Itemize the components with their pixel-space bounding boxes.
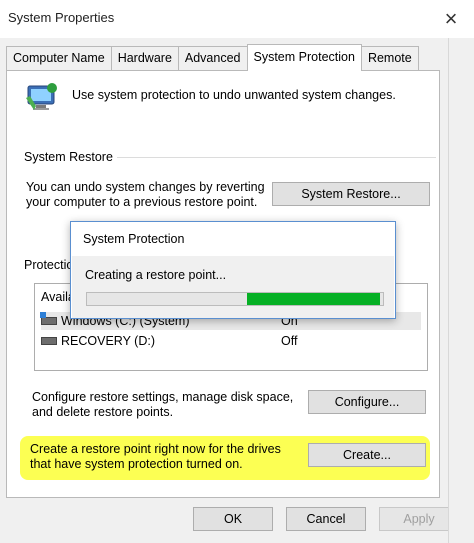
drive-row-recovery[interactable]: RECOVERY (D:) Off — [41, 332, 421, 350]
tab-remote[interactable]: Remote — [360, 46, 419, 70]
create-description: Create a restore point right now for the… — [30, 442, 281, 471]
create-button[interactable]: Create... — [308, 443, 426, 467]
system-restore-description: You can undo system changes by reverting… — [26, 180, 265, 209]
drive-name: RECOVERY (D:) — [61, 334, 156, 348]
drive-status: Off — [281, 334, 298, 348]
progress-bar — [86, 292, 384, 306]
title-bar: System Properties × — [0, 0, 474, 38]
group-divider — [110, 157, 436, 158]
window-title: System Properties — [8, 10, 115, 25]
tab-hardware[interactable]: Hardware — [110, 46, 179, 70]
tab-computer-name[interactable]: Computer Name — [6, 46, 112, 70]
close-button[interactable]: × — [428, 0, 474, 38]
dialog-message: Creating a restore point... — [85, 268, 227, 282]
ok-button[interactable]: OK — [193, 507, 273, 531]
dialog-title: System Protection — [83, 232, 185, 246]
system-restore-group-label: System Restore — [24, 150, 117, 164]
dialog-body: Creating a restore point... — [72, 256, 394, 318]
system-protection-icon — [26, 83, 57, 110]
windows-drive-icon — [40, 312, 57, 325]
configure-button[interactable]: Configure... — [308, 390, 426, 414]
tab-strip: Computer Name Hardware Advanced System P… — [6, 44, 419, 71]
close-icon: × — [444, 6, 458, 31]
tab-advanced[interactable]: Advanced — [177, 46, 248, 70]
system-restore-button[interactable]: System Restore... — [272, 182, 430, 206]
cancel-button[interactable]: Cancel — [286, 507, 366, 531]
protection-intro-text: Use system protection to undo unwanted s… — [72, 88, 396, 102]
system-protection-dialog: System Protection Creating a restore poi… — [70, 221, 396, 319]
drive-icon — [41, 337, 57, 345]
background-window-edge — [448, 38, 474, 543]
configure-description: Configure restore settings, manage disk … — [32, 390, 294, 419]
progress-fill — [246, 293, 381, 305]
tab-system-protection[interactable]: System Protection — [246, 44, 362, 71]
apply-button[interactable]: Apply — [379, 507, 459, 531]
